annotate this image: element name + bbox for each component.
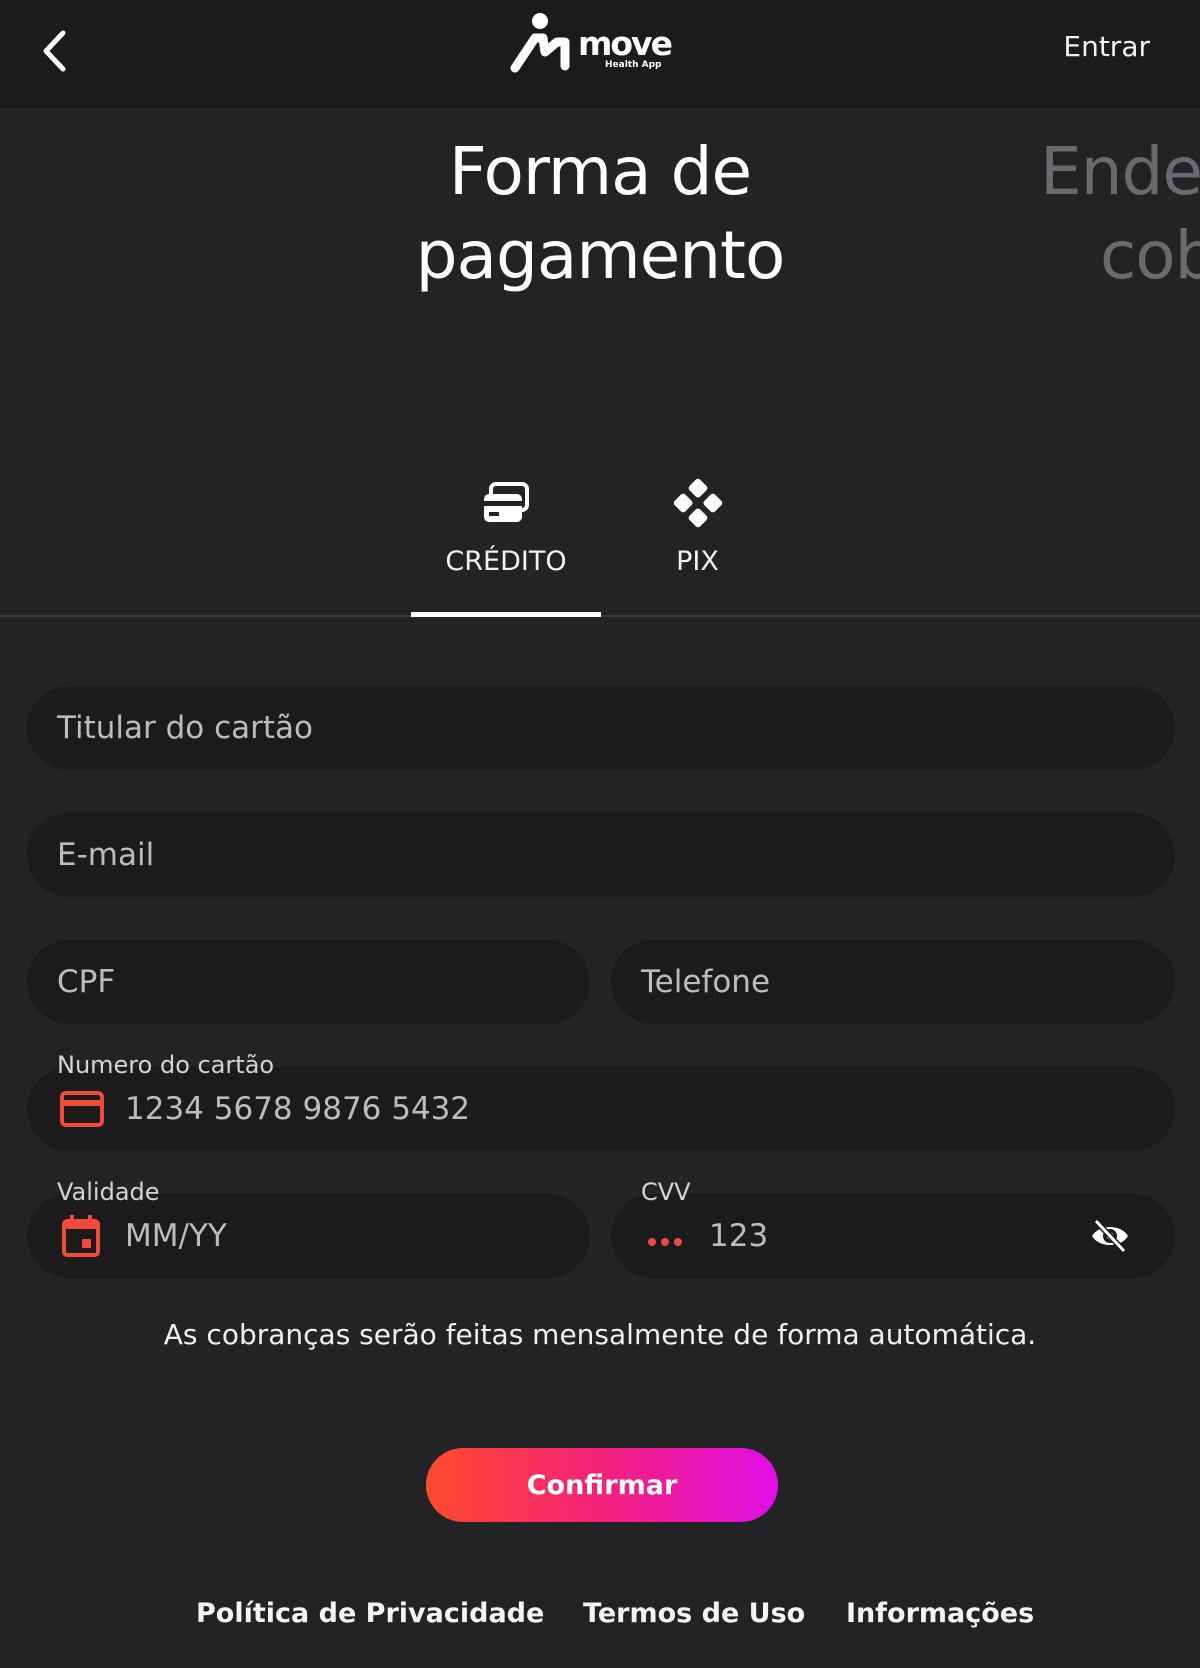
tab-label: PIX <box>676 546 719 577</box>
expiry-field[interactable]: MM/YY <box>27 1194 590 1278</box>
step-title-line: cob <box>1100 217 1200 294</box>
billing-notice: As cobranças serão feitas mensalmente de… <box>163 1318 1037 1351</box>
cvv-placeholder: 123 <box>709 1218 769 1254</box>
cvv-field[interactable]: 123 <box>611 1194 1175 1278</box>
terms-of-use-link[interactable]: Termos de Uso <box>583 1598 805 1629</box>
brand-logo[interactable]: move Health App <box>505 10 685 80</box>
phone-field[interactable]: Telefone <box>611 940 1175 1024</box>
privacy-policy-link[interactable]: Política de Privacidade <box>196 1598 544 1629</box>
expiry-label: Validade <box>57 1178 160 1206</box>
chevron-left-icon <box>43 30 66 72</box>
step-title-line: Forma de <box>448 133 752 210</box>
back-button[interactable] <box>30 22 78 80</box>
top-bar: move Health App Entrar <box>0 0 1200 108</box>
tab-label: CRÉDITO <box>445 546 567 577</box>
move-logo-icon <box>510 13 570 73</box>
password-dots-icon <box>647 1232 683 1251</box>
cpf-field[interactable]: CPF <box>27 940 590 1024</box>
card-number-placeholder: 1234 5678 9876 5432 <box>125 1091 471 1127</box>
expiry-placeholder: MM/YY <box>125 1218 227 1254</box>
card-number-field[interactable]: 1234 5678 9876 5432 <box>27 1067 1175 1151</box>
step-title-payment: Forma de pagamento <box>300 130 900 298</box>
brand-name: move <box>578 24 673 63</box>
credit-cards-icon <box>478 480 534 526</box>
phone-placeholder: Telefone <box>641 964 771 1000</box>
active-tab-indicator <box>411 612 601 617</box>
payment-method-tabs: CRÉDITO PIX <box>0 460 1200 617</box>
step-title-line: Ende <box>1040 133 1200 210</box>
cvv-label: CVV <box>641 1178 691 1206</box>
step-title-next[interactable]: Ende cob <box>1040 130 1200 298</box>
step-title-line: pagamento <box>415 217 786 294</box>
email-placeholder: E-mail <box>57 837 155 873</box>
pix-icon <box>670 478 726 528</box>
brand-tagline: Health App <box>605 60 662 70</box>
information-link[interactable]: Informações <box>846 1598 1034 1629</box>
tab-credito[interactable]: CRÉDITO <box>411 460 601 615</box>
card-number-label: Numero do cartão <box>57 1051 275 1079</box>
credit-card-icon <box>60 1091 104 1131</box>
cpf-placeholder: CPF <box>57 964 116 1000</box>
email-field[interactable]: E-mail <box>27 813 1175 897</box>
cardholder-field[interactable]: Titular do cartão <box>27 686 1175 770</box>
confirm-button[interactable]: Confirmar <box>426 1448 778 1522</box>
eye-off-icon[interactable] <box>1089 1218 1131 1258</box>
calendar-icon <box>61 1214 101 1262</box>
tab-pix[interactable]: PIX <box>620 460 775 615</box>
login-link[interactable]: Entrar <box>1063 30 1150 63</box>
cardholder-placeholder: Titular do cartão <box>57 710 314 746</box>
